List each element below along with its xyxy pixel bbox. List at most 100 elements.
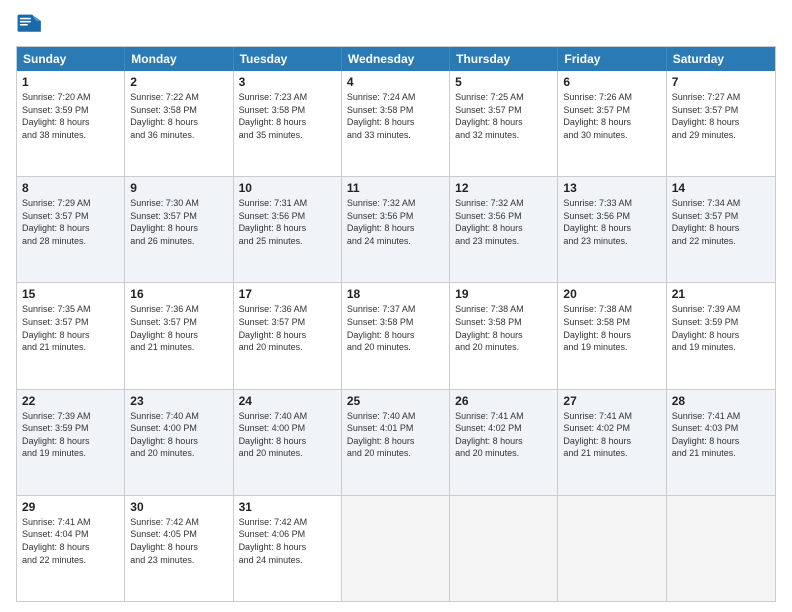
calendar-cell: 11Sunrise: 7:32 AMSunset: 3:56 PMDayligh… bbox=[342, 177, 450, 282]
header-day-saturday: Saturday bbox=[667, 47, 775, 71]
cell-text: Sunrise: 7:41 AMSunset: 4:02 PMDaylight:… bbox=[563, 410, 660, 460]
cell-text: Sunrise: 7:20 AMSunset: 3:59 PMDaylight:… bbox=[22, 91, 119, 141]
calendar-cell: 30 Sunrise: 7:42 AMSunset: 4:05 PMDayligh… bbox=[125, 496, 233, 601]
calendar-row-5: 29 Sunrise: 7:41 AMSunset: 4:04 PMDayligh… bbox=[17, 495, 775, 601]
day-number: 22 bbox=[22, 394, 119, 408]
cell-text: Sunrise: 7:24 AMSunset: 3:58 PMDaylight:… bbox=[347, 91, 444, 141]
cell-text: Sunrise: 7:39 AMSunset: 3:59 PMDaylight:… bbox=[672, 303, 770, 353]
calendar-cell: 13Sunrise: 7:33 AMSunset: 3:56 PMDayligh… bbox=[558, 177, 666, 282]
calendar-cell: 27 Sunrise: 7:41 AMSunset: 4:02 PMDayligh… bbox=[558, 390, 666, 495]
day-number: 14 bbox=[672, 181, 770, 195]
calendar-cell: 7 Sunrise: 7:27 AMSunset: 3:57 PMDaylight… bbox=[667, 71, 775, 176]
cell-text: Sunrise: 7:36 AMSunset: 3:57 PMDaylight:… bbox=[239, 303, 336, 353]
calendar-cell: 25 Sunrise: 7:40 AMSunset: 4:01 PMDayligh… bbox=[342, 390, 450, 495]
day-number: 7 bbox=[672, 75, 770, 89]
calendar-cell bbox=[558, 496, 666, 601]
day-number: 8 bbox=[22, 181, 119, 195]
cell-text: Sunrise: 7:39 AMSunset: 3:59 PMDaylight:… bbox=[22, 410, 119, 460]
day-number: 31 bbox=[239, 500, 336, 514]
cell-text: Sunrise: 7:25 AMSunset: 3:57 PMDaylight:… bbox=[455, 91, 552, 141]
cell-text: Sunrise: 7:27 AMSunset: 3:57 PMDaylight:… bbox=[672, 91, 770, 141]
cell-text: Sunrise: 7:42 AMSunset: 4:05 PMDaylight:… bbox=[130, 516, 227, 566]
day-number: 20 bbox=[563, 287, 660, 301]
calendar-cell: 15Sunrise: 7:35 AMSunset: 3:57 PMDayligh… bbox=[17, 283, 125, 388]
calendar-cell: 29 Sunrise: 7:41 AMSunset: 4:04 PMDayligh… bbox=[17, 496, 125, 601]
calendar-cell: 28 Sunrise: 7:41 AMSunset: 4:03 PMDayligh… bbox=[667, 390, 775, 495]
calendar-cell: 17 Sunrise: 7:36 AMSunset: 3:57 PMDayligh… bbox=[234, 283, 342, 388]
day-number: 24 bbox=[239, 394, 336, 408]
day-number: 5 bbox=[455, 75, 552, 89]
day-number: 10 bbox=[239, 181, 336, 195]
calendar-cell: 4Sunrise: 7:24 AMSunset: 3:58 PMDaylight… bbox=[342, 71, 450, 176]
day-number: 28 bbox=[672, 394, 770, 408]
calendar-cell bbox=[667, 496, 775, 601]
cell-text: Sunrise: 7:38 AMSunset: 3:58 PMDaylight:… bbox=[563, 303, 660, 353]
cell-text: Sunrise: 7:36 AMSunset: 3:57 PMDaylight:… bbox=[130, 303, 227, 353]
page: SundayMondayTuesdayWednesdayThursdayFrid… bbox=[0, 0, 792, 612]
calendar-cell: 16 Sunrise: 7:36 AMSunset: 3:57 PMDayligh… bbox=[125, 283, 233, 388]
header bbox=[16, 10, 776, 38]
calendar-cell: 23Sunrise: 7:40 AMSunset: 4:00 PMDayligh… bbox=[125, 390, 233, 495]
calendar-cell: 14 Sunrise: 7:34 AMSunset: 3:57 PMDayligh… bbox=[667, 177, 775, 282]
day-number: 30 bbox=[130, 500, 227, 514]
calendar: SundayMondayTuesdayWednesdayThursdayFrid… bbox=[16, 46, 776, 602]
day-number: 15 bbox=[22, 287, 119, 301]
calendar-row-1: 1 Sunrise: 7:20 AMSunset: 3:59 PMDaylight… bbox=[17, 71, 775, 176]
cell-text: Sunrise: 7:41 AMSunset: 4:02 PMDaylight:… bbox=[455, 410, 552, 460]
calendar-cell: 31 Sunrise: 7:42 AMSunset: 4:06 PMDayligh… bbox=[234, 496, 342, 601]
header-day-monday: Monday bbox=[125, 47, 233, 71]
day-number: 3 bbox=[239, 75, 336, 89]
calendar-cell: 26 Sunrise: 7:41 AMSunset: 4:02 PMDayligh… bbox=[450, 390, 558, 495]
calendar-cell: 18 Sunrise: 7:37 AMSunset: 3:58 PMDayligh… bbox=[342, 283, 450, 388]
day-number: 17 bbox=[239, 287, 336, 301]
calendar-cell: 2Sunrise: 7:22 AMSunset: 3:58 PMDaylight… bbox=[125, 71, 233, 176]
cell-text: Sunrise: 7:42 AMSunset: 4:06 PMDaylight:… bbox=[239, 516, 336, 566]
header-day-friday: Friday bbox=[558, 47, 666, 71]
calendar-cell: 9 Sunrise: 7:30 AMSunset: 3:57 PMDaylight… bbox=[125, 177, 233, 282]
day-number: 29 bbox=[22, 500, 119, 514]
day-number: 12 bbox=[455, 181, 552, 195]
calendar-cell bbox=[342, 496, 450, 601]
header-day-wednesday: Wednesday bbox=[342, 47, 450, 71]
cell-text: Sunrise: 7:40 AMSunset: 4:01 PMDaylight:… bbox=[347, 410, 444, 460]
cell-text: Sunrise: 7:33 AMSunset: 3:56 PMDaylight:… bbox=[563, 197, 660, 247]
day-number: 25 bbox=[347, 394, 444, 408]
day-number: 26 bbox=[455, 394, 552, 408]
day-number: 2 bbox=[130, 75, 227, 89]
day-number: 9 bbox=[130, 181, 227, 195]
calendar-cell: 1 Sunrise: 7:20 AMSunset: 3:59 PMDaylight… bbox=[17, 71, 125, 176]
calendar-row-3: 15Sunrise: 7:35 AMSunset: 3:57 PMDayligh… bbox=[17, 282, 775, 388]
calendar-cell: 8Sunrise: 7:29 AMSunset: 3:57 PMDaylight… bbox=[17, 177, 125, 282]
calendar-cell: 6Sunrise: 7:26 AMSunset: 3:57 PMDaylight… bbox=[558, 71, 666, 176]
day-number: 18 bbox=[347, 287, 444, 301]
calendar-row-4: 22 Sunrise: 7:39 AMSunset: 3:59 PMDayligh… bbox=[17, 389, 775, 495]
cell-text: Sunrise: 7:32 AMSunset: 3:56 PMDaylight:… bbox=[347, 197, 444, 247]
calendar-cell: 20 Sunrise: 7:38 AMSunset: 3:58 PMDayligh… bbox=[558, 283, 666, 388]
calendar-body: 1 Sunrise: 7:20 AMSunset: 3:59 PMDaylight… bbox=[17, 71, 775, 601]
cell-text: Sunrise: 7:41 AMSunset: 4:03 PMDaylight:… bbox=[672, 410, 770, 460]
day-number: 1 bbox=[22, 75, 119, 89]
cell-text: Sunrise: 7:40 AMSunset: 4:00 PMDaylight:… bbox=[239, 410, 336, 460]
calendar-row-2: 8Sunrise: 7:29 AMSunset: 3:57 PMDaylight… bbox=[17, 176, 775, 282]
day-number: 23 bbox=[130, 394, 227, 408]
cell-text: Sunrise: 7:26 AMSunset: 3:57 PMDaylight:… bbox=[563, 91, 660, 141]
day-number: 21 bbox=[672, 287, 770, 301]
calendar-cell bbox=[450, 496, 558, 601]
calendar-cell: 24 Sunrise: 7:40 AMSunset: 4:00 PMDayligh… bbox=[234, 390, 342, 495]
day-number: 16 bbox=[130, 287, 227, 301]
header-day-tuesday: Tuesday bbox=[234, 47, 342, 71]
calendar-cell: 19 Sunrise: 7:38 AMSunset: 3:58 PMDayligh… bbox=[450, 283, 558, 388]
logo bbox=[16, 10, 48, 38]
cell-text: Sunrise: 7:41 AMSunset: 4:04 PMDaylight:… bbox=[22, 516, 119, 566]
day-number: 27 bbox=[563, 394, 660, 408]
header-day-sunday: Sunday bbox=[17, 47, 125, 71]
calendar-cell: 22 Sunrise: 7:39 AMSunset: 3:59 PMDayligh… bbox=[17, 390, 125, 495]
cell-text: Sunrise: 7:34 AMSunset: 3:57 PMDaylight:… bbox=[672, 197, 770, 247]
cell-text: Sunrise: 7:37 AMSunset: 3:58 PMDaylight:… bbox=[347, 303, 444, 353]
header-day-thursday: Thursday bbox=[450, 47, 558, 71]
calendar-cell: 5 Sunrise: 7:25 AMSunset: 3:57 PMDaylight… bbox=[450, 71, 558, 176]
cell-text: Sunrise: 7:23 AMSunset: 3:58 PMDaylight:… bbox=[239, 91, 336, 141]
cell-text: Sunrise: 7:38 AMSunset: 3:58 PMDaylight:… bbox=[455, 303, 552, 353]
day-number: 19 bbox=[455, 287, 552, 301]
cell-text: Sunrise: 7:30 AMSunset: 3:57 PMDaylight:… bbox=[130, 197, 227, 247]
